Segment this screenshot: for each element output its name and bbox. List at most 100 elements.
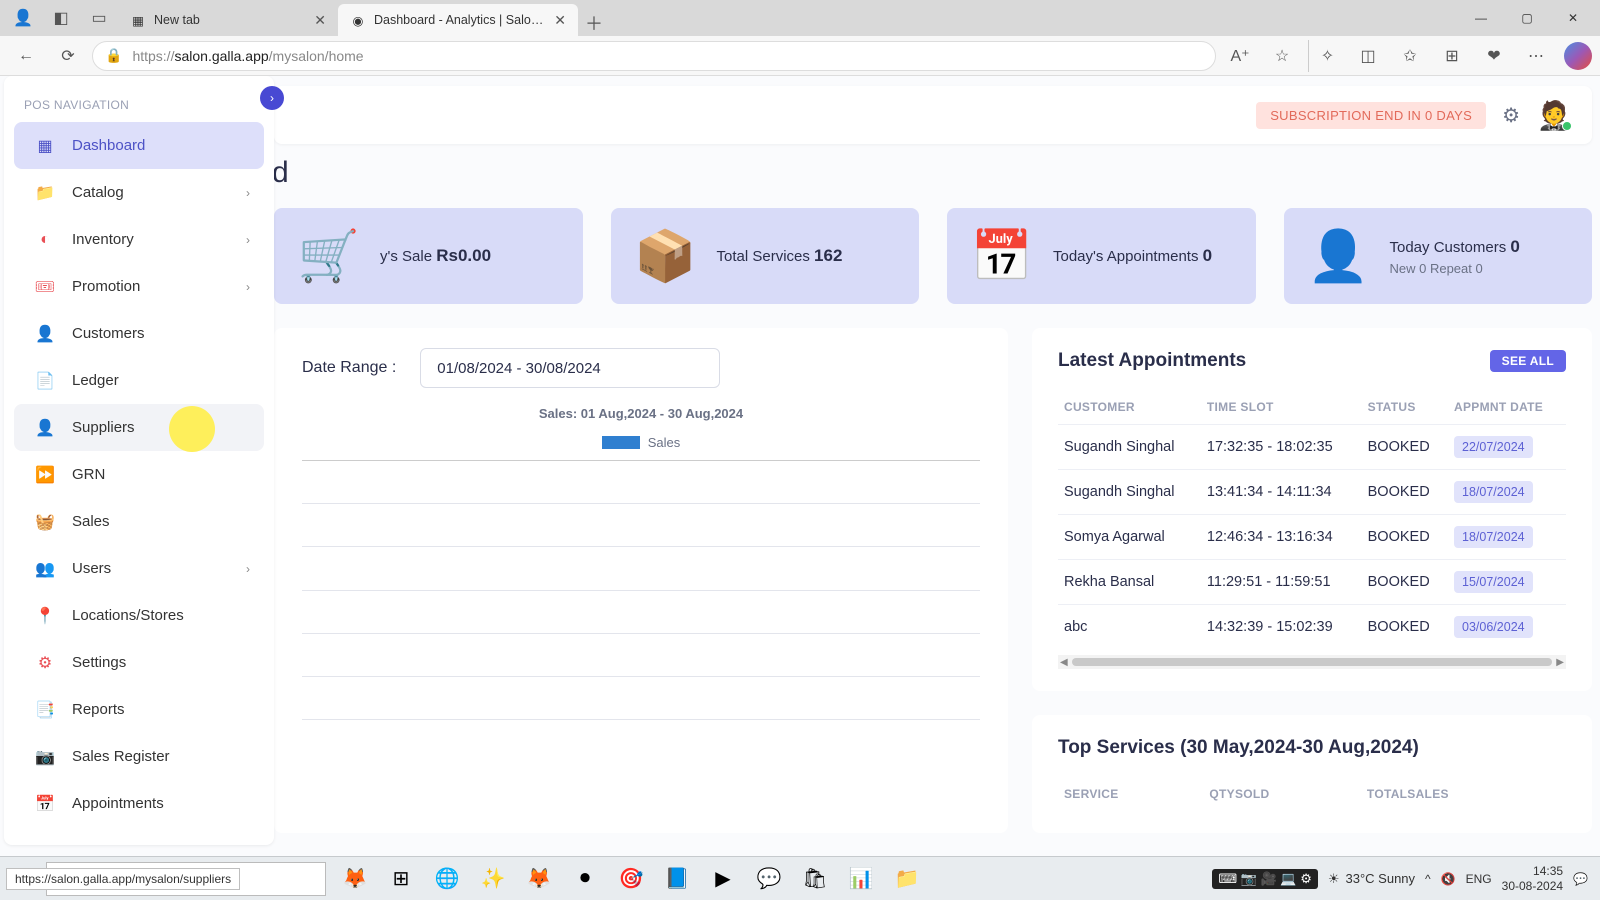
cell-status: BOOKED xyxy=(1362,515,1448,560)
calendar-icon: 📅 xyxy=(36,794,54,814)
status-tooltip: https://salon.galla.app/mysalon/supplier… xyxy=(6,868,240,890)
cube-icon: 📦 xyxy=(635,225,697,287)
volume-icon[interactable]: 🔇 xyxy=(1441,872,1456,886)
close-icon[interactable]: ✕ xyxy=(554,12,566,29)
shopping-icon[interactable]: ❤ xyxy=(1476,40,1512,72)
sidebar-item-sales[interactable]: 🧺Sales xyxy=(14,498,264,545)
table-scrollbar[interactable]: ◀▶ xyxy=(1058,655,1566,669)
sidebar-item-label: Ledger xyxy=(72,372,119,389)
chrome-icon[interactable]: 🎯 xyxy=(610,859,652,899)
sidebar-item-label: Catalog xyxy=(72,184,124,201)
person-icon: 👥 xyxy=(36,559,54,579)
sidebar-item-locations-stores[interactable]: 📍 Locations/Stores xyxy=(14,592,264,639)
sidebar-item-users[interactable]: 👥Users› xyxy=(14,545,264,592)
sidebar-item-grn[interactable]: ⏩ GRN xyxy=(14,451,264,498)
recording-indicator[interactable]: ⌨ 📷 🎥 💻 ⚙ xyxy=(1212,869,1317,889)
clock[interactable]: 14:35 30-08-2024 xyxy=(1502,864,1563,893)
sidebar-item-promotion[interactable]: 🎟Promotion› xyxy=(14,263,264,310)
table-row[interactable]: Sugandh Singhal17:32:35 - 18:02:35BOOKED… xyxy=(1058,425,1566,470)
avatar[interactable]: 🤵 xyxy=(1536,97,1572,133)
minimize-button[interactable]: — xyxy=(1458,2,1504,34)
sidebar-item-appointments[interactable]: 📅Appointments xyxy=(14,780,264,827)
app-icon[interactable]: 📊 xyxy=(840,859,882,899)
sidebar-item-settings[interactable]: ⚙Settings xyxy=(14,639,264,686)
circle-half-icon: ◐ xyxy=(36,231,54,249)
favorites-bar-icon[interactable]: ✩ xyxy=(1392,40,1428,72)
skype-icon[interactable]: 💬 xyxy=(748,859,790,899)
close-window-button[interactable]: ✕ xyxy=(1550,2,1596,34)
cell-time: 13:41:34 - 14:11:34 xyxy=(1201,470,1362,515)
cell-customer: Somya Agarwal xyxy=(1058,515,1201,560)
sidebar-item-suppliers[interactable]: 👤Suppliers xyxy=(14,404,264,451)
sidebar-item-dashboard[interactable]: ▦Dashboard xyxy=(14,122,264,169)
read-aloud-icon[interactable]: A⁺ xyxy=(1222,40,1258,72)
workspaces-icon[interactable]: ◧ xyxy=(42,3,80,33)
weather-widget[interactable]: ☀ 33°C Sunny xyxy=(1328,871,1415,887)
copilot-icon[interactable] xyxy=(1564,42,1592,70)
table-header: TOTALSALES xyxy=(1361,777,1566,811)
sidebar-item-catalog[interactable]: 📁Catalog› xyxy=(14,169,264,216)
store-icon[interactable]: 🛍 xyxy=(794,859,836,899)
sidebar-item-customers[interactable]: 👤Customers xyxy=(14,310,264,357)
cell-time: 17:32:35 - 18:02:35 xyxy=(1201,425,1362,470)
cart-icon: 🛒 xyxy=(298,225,360,287)
tab-actions-icon[interactable]: ▭ xyxy=(80,3,118,33)
sidebar-toggle[interactable]: › xyxy=(260,86,284,110)
split-screen-icon[interactable]: ◫ xyxy=(1350,40,1386,72)
profile-icon[interactable]: 👤 xyxy=(4,3,42,33)
tabstrip: ▦ New tab ✕ ◉ Dashboard - Analytics | Sa… xyxy=(118,0,1458,36)
table-row[interactable]: abc14:32:39 - 15:02:39BOOKED03/06/2024 xyxy=(1058,605,1566,650)
table-row[interactable]: Somya Agarwal12:46:34 - 13:16:34BOOKED18… xyxy=(1058,515,1566,560)
cell-date: 18/07/2024 xyxy=(1448,515,1566,560)
sidebar-item-reports[interactable]: 📑Reports xyxy=(14,686,264,733)
sidebar-item-label: Settings xyxy=(72,654,126,671)
sidebar-item-sales-register[interactable]: 📷Sales Register xyxy=(14,733,264,780)
record-icon[interactable]: ⏺ xyxy=(564,859,606,899)
browser-titlebar: 👤 ◧ ▭ ▦ New tab ✕ ◉ Dashboard - Analytic… xyxy=(0,0,1600,36)
close-icon[interactable]: ✕ xyxy=(314,12,326,29)
see-all-button[interactable]: SEE ALL xyxy=(1490,350,1566,372)
cortana-icon[interactable]: 🦊 xyxy=(334,859,376,899)
sidebar-item-label: Sales Register xyxy=(72,748,170,765)
pin-icon: 📍 xyxy=(36,606,54,626)
new-tab-button[interactable]: ＋ xyxy=(578,10,610,36)
table-row[interactable]: Sugandh Singhal13:41:34 - 14:11:34BOOKED… xyxy=(1058,470,1566,515)
refresh-button[interactable]: ⟳ xyxy=(50,40,86,72)
explorer-icon[interactable]: 📁 xyxy=(886,859,928,899)
language-indicator[interactable]: ENG xyxy=(1466,872,1492,886)
table-row[interactable]: Rekha Bansal11:29:51 - 11:59:51BOOKED15/… xyxy=(1058,560,1566,605)
date-range-input[interactable]: 01/08/2024 - 30/08/2024 xyxy=(420,348,720,388)
url-input[interactable]: 🔒 https://salon.galla.app/mysalon/home xyxy=(92,41,1216,71)
sidebar-item-label: Locations/Stores xyxy=(72,607,184,624)
notifications-icon[interactable]: 💬 xyxy=(1573,872,1588,886)
back-button[interactable]: ← xyxy=(8,40,44,72)
tab-new[interactable]: ▦ New tab ✕ xyxy=(118,4,338,36)
extensions-icon[interactable]: ✧ xyxy=(1308,40,1344,72)
sidebar-item-inventory[interactable]: ◐Inventory› xyxy=(14,216,264,263)
chevron-right-icon: › xyxy=(246,280,250,294)
sidebar-item-label: GRN xyxy=(72,466,105,483)
task-view-icon[interactable]: ⊞ xyxy=(380,859,422,899)
sidebar-item-label: Reports xyxy=(72,701,125,718)
collections-icon[interactable]: ⊞ xyxy=(1434,40,1470,72)
tab-dashboard[interactable]: ◉ Dashboard - Analytics | Salon & S ✕ xyxy=(338,4,578,36)
fast-forward-icon: ⏩ xyxy=(36,465,54,485)
cell-customer: abc xyxy=(1058,605,1201,650)
facebook-icon[interactable]: 📘 xyxy=(656,859,698,899)
youtube-icon[interactable]: ▶ xyxy=(702,859,744,899)
lock-icon: 🔒 xyxy=(105,47,122,64)
sidebar: POS NAVIGATION ▦Dashboard📁Catalog›◐Inven… xyxy=(4,76,274,845)
favorite-icon[interactable]: ☆ xyxy=(1264,40,1300,72)
system-tray: ⌨ 📷 🎥 💻 ⚙ ☀ 33°C Sunny ^ 🔇 ENG 14:35 30-… xyxy=(1202,864,1598,893)
cell-customer: Sugandh Singhal xyxy=(1058,425,1201,470)
gear-icon[interactable]: ⚙ xyxy=(1502,103,1520,128)
tray-chevron-icon[interactable]: ^ xyxy=(1425,872,1431,886)
table-header: TIME SLOT xyxy=(1201,390,1362,425)
maximize-button[interactable]: ▢ xyxy=(1504,2,1550,34)
firefox-icon[interactable]: 🦊 xyxy=(518,859,560,899)
copilot-taskbar-icon[interactable]: ✨ xyxy=(472,859,514,899)
more-icon[interactable]: ⋯ xyxy=(1518,40,1554,72)
main-column: SUBSCRIPTION END IN 0 DAYS ⚙ 🤵 d 🛒y's Sa… xyxy=(274,76,1592,900)
edge-icon[interactable]: 🌐 xyxy=(426,859,468,899)
sidebar-item-ledger[interactable]: 📄Ledger xyxy=(14,357,264,404)
